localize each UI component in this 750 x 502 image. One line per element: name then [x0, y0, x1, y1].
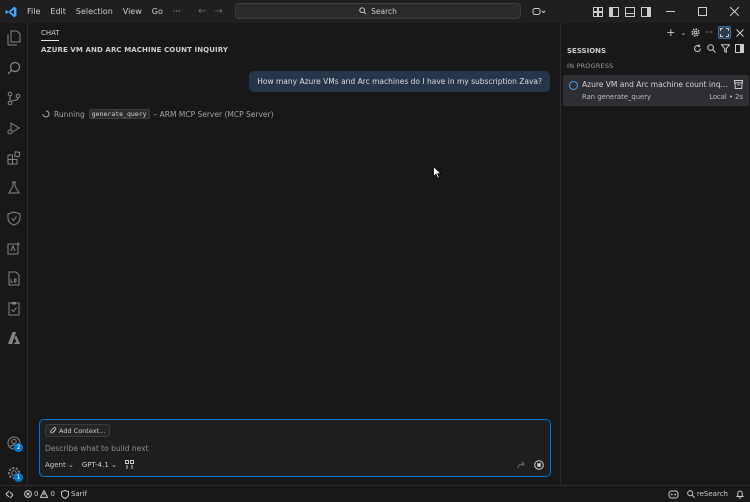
- tool-running-status: Running generate_query – ARM MCP Server …: [42, 109, 274, 119]
- extensions-icon[interactable]: [4, 148, 24, 168]
- problems-indicator[interactable]: 0 0: [24, 490, 55, 498]
- session-meta: Local • 2s: [709, 93, 743, 101]
- model-picker[interactable]: GPT-4.1 ⌄: [82, 461, 117, 469]
- chat-view: CHAT AZURE VM AND ARC MACHINE COUNT INQU…: [29, 23, 560, 485]
- search-label: Search: [371, 6, 397, 16]
- sessions-title: SESSIONS: [567, 47, 607, 55]
- testing-flask-icon[interactable]: [4, 178, 24, 198]
- toggle-panel-icon[interactable]: [622, 0, 638, 23]
- mouse-cursor-icon: [433, 166, 442, 179]
- add-context-button[interactable]: Add Context...: [45, 424, 111, 437]
- warning-count: 0: [50, 490, 55, 498]
- run-debug-icon[interactable]: [4, 118, 24, 138]
- close-icon[interactable]: [736, 28, 744, 37]
- mode-label: Agent: [45, 460, 66, 469]
- in-progress-circle-icon: [569, 81, 578, 90]
- accounts-icon[interactable]: 2: [4, 433, 24, 453]
- forward-arrow-icon[interactable]: →: [214, 6, 222, 17]
- vscode-logo-icon: [0, 0, 22, 23]
- command-center-search[interactable]: Search: [235, 3, 521, 19]
- chat-title: AZURE VM AND ARC MACHINE COUNT INQUIRY: [41, 46, 228, 54]
- chevron-down-icon: ⌄: [67, 460, 74, 469]
- activity-bar: 2 1: [0, 23, 28, 485]
- clipboard-checklist-icon[interactable]: [4, 298, 24, 318]
- warning-icon: [40, 490, 49, 498]
- security-shield-icon[interactable]: [4, 208, 24, 228]
- tab-chat-underline: [41, 40, 59, 41]
- source-control-icon[interactable]: [4, 88, 24, 108]
- chevron-down-icon[interactable]: ⌄: [680, 29, 686, 37]
- search-view-icon[interactable]: [4, 58, 24, 78]
- fullscreen-toggle-icon[interactable]: [718, 26, 731, 39]
- running-prefix: Running: [54, 109, 85, 119]
- session-item[interactable]: Azure VM and Arc machine count inqu... R…: [563, 75, 749, 106]
- refresh-icon[interactable]: [693, 44, 702, 53]
- explorer-icon[interactable]: [4, 28, 24, 48]
- paperclip-icon: [50, 426, 57, 433]
- accounts-badge: 2: [14, 443, 23, 452]
- running-suffix: – ARM MCP Server (MCP Server): [153, 109, 274, 119]
- minimize-button[interactable]: [654, 0, 686, 23]
- layout-toggle-icon[interactable]: [735, 44, 744, 53]
- menu-edit[interactable]: Edit: [45, 0, 71, 23]
- chat-input-field[interactable]: Describe what to build next: [45, 444, 149, 453]
- manage-gear-icon[interactable]: 1: [4, 463, 24, 483]
- azure-icon[interactable]: [4, 328, 24, 348]
- model-label: GPT-4.1: [81, 460, 109, 469]
- title-bar: File Edit Selection View Go ··· ← → Sear…: [0, 0, 750, 23]
- chevron-down-icon: ⌄: [111, 460, 117, 469]
- sessions-panel: + ⌄ ··· SESSIONS IN PROGRESS Azure VM an…: [560, 23, 750, 485]
- search-icon: [359, 7, 367, 15]
- search-icon[interactable]: [707, 44, 716, 53]
- remote-indicator-icon[interactable]: [0, 486, 18, 502]
- spinner-icon: [42, 110, 50, 118]
- session-subtitle: Ran generate_query: [582, 93, 652, 101]
- back-arrow-icon[interactable]: ←: [198, 6, 206, 17]
- filter-icon[interactable]: [721, 44, 730, 53]
- settings-gear-icon[interactable]: [691, 28, 700, 37]
- customize-layout-icon[interactable]: [590, 0, 606, 23]
- add-context-label: Add Context...: [59, 426, 106, 435]
- group-header-in-progress: IN PROGRESS: [567, 62, 614, 70]
- notifications-bell-icon[interactable]: [736, 489, 744, 499]
- user-label: Sarif: [70, 490, 87, 498]
- toggle-secondary-sidebar-icon[interactable]: [638, 0, 654, 23]
- archive-icon[interactable]: [734, 80, 743, 89]
- sarif-indicator[interactable]: Sarif: [60, 489, 87, 499]
- shield-icon: [60, 489, 69, 499]
- error-count: 0: [34, 490, 39, 498]
- menu-view[interactable]: View: [118, 0, 147, 23]
- toggle-sidebar-icon[interactable]: [606, 0, 622, 23]
- maximize-button[interactable]: [686, 0, 718, 23]
- running-tool-name: generate_query: [88, 109, 150, 119]
- more-actions-icon[interactable]: ···: [705, 28, 713, 37]
- menu-go[interactable]: Go: [147, 0, 168, 23]
- user-message: How many Azure VMs and Arc machines do I…: [249, 71, 550, 92]
- status-bar: 0 0 Sarif reSearch: [0, 485, 750, 502]
- search-icon: [687, 490, 695, 498]
- delegate-arrow-icon[interactable]: [517, 461, 526, 469]
- tab-chat[interactable]: CHAT: [41, 29, 60, 37]
- stop-button[interactable]: [534, 460, 544, 470]
- close-window-button[interactable]: [718, 0, 750, 23]
- error-icon: [24, 490, 32, 498]
- settings-badge: 1: [14, 473, 23, 482]
- tools-config-icon[interactable]: [124, 460, 134, 469]
- chat-input-box[interactable]: Add Context... Describe what to build ne…: [39, 419, 551, 477]
- research-label: reSearch: [696, 490, 728, 498]
- log-file-icon[interactable]: [4, 268, 24, 288]
- menu-file[interactable]: File: [22, 0, 45, 23]
- menu-selection[interactable]: Selection: [71, 0, 118, 23]
- session-name: Azure VM and Arc machine count inqu...: [582, 80, 729, 89]
- research-indicator[interactable]: reSearch: [687, 490, 728, 498]
- mode-picker[interactable]: Agent ⌄: [45, 461, 74, 469]
- new-chat-plus-icon[interactable]: +: [666, 27, 675, 38]
- copilot-menu-icon[interactable]: [528, 0, 550, 23]
- ai-toolkit-icon[interactable]: [4, 238, 24, 258]
- copilot-status-icon[interactable]: [668, 490, 679, 499]
- menu-more[interactable]: ···: [168, 0, 186, 23]
